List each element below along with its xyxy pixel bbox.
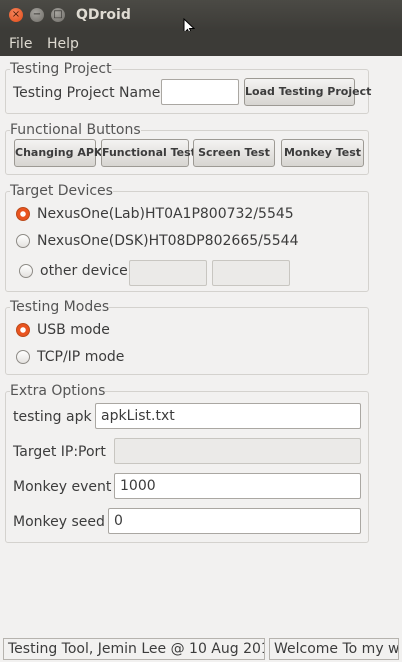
project-name-label: Testing Project Name — [13, 85, 161, 101]
testing-apk-input[interactable]: apkList.txt — [95, 403, 361, 429]
other-device-radio[interactable] — [19, 264, 33, 278]
window-minimize-button[interactable]: − — [30, 8, 44, 22]
testing-apk-label: testing apk — [13, 409, 92, 425]
window-maximize-button[interactable]: □ — [51, 8, 65, 22]
monkey-test-button[interactable]: Monkey Test — [281, 139, 364, 167]
changing-apk-button[interactable]: Changing APK — [14, 139, 102, 167]
project-name-input[interactable] — [161, 79, 239, 105]
menu-help[interactable]: Help — [47, 36, 79, 52]
other-device-label[interactable]: other device — [40, 263, 128, 279]
status-bar: Testing Tool, Jemin Lee @ 10 Aug 2013 We… — [0, 636, 402, 662]
minimize-icon: − — [32, 9, 42, 20]
functional-buttons-title: Functional Buttons — [10, 122, 141, 138]
other-device-port-input[interactable] — [212, 260, 290, 286]
target-devices-title: Target Devices — [10, 183, 113, 199]
monkey-event-label: Monkey event — [13, 479, 112, 495]
extra-options-title: Extra Options — [10, 383, 106, 399]
other-device-serial-input[interactable] — [129, 260, 207, 286]
monkey-seed-label: Monkey seed — [13, 514, 105, 530]
load-testing-project-button[interactable]: Load Testing Project — [244, 78, 371, 106]
menu-bar: File Help — [0, 31, 402, 56]
testing-modes-title: Testing Modes — [10, 299, 110, 315]
close-icon: × — [11, 9, 21, 20]
status-right: Welcome To my world — [269, 638, 399, 660]
functional-test-button[interactable]: Functional Test — [101, 139, 196, 167]
device2-radio[interactable] — [16, 234, 30, 248]
window-close-button[interactable]: × — [9, 8, 23, 22]
testing-project-title: Testing Project — [10, 61, 112, 77]
target-ip-label: Target IP:Port — [13, 444, 106, 460]
tcpip-mode-radio[interactable] — [16, 350, 30, 364]
window-titlebar[interactable]: × − □ QDroid — [0, 0, 402, 36]
usb-mode-radio[interactable] — [16, 323, 30, 337]
target-ip-input[interactable] — [114, 438, 361, 464]
monkey-seed-input[interactable]: 0 — [108, 508, 361, 534]
status-left: Testing Tool, Jemin Lee @ 10 Aug 2013 — [3, 638, 265, 660]
usb-mode-label[interactable]: USB mode — [37, 322, 110, 338]
device2-label[interactable]: NexusOne(DSK)HT08DP802665/5544 — [37, 233, 298, 249]
window-title: QDroid — [76, 7, 131, 23]
monkey-event-input[interactable]: 1000 — [114, 473, 361, 499]
maximize-icon: □ — [53, 9, 63, 20]
screen-test-button[interactable]: Screen Test — [193, 139, 275, 167]
device1-label[interactable]: NexusOne(Lab)HT0A1P800732/5545 — [37, 206, 294, 222]
menu-file[interactable]: File — [9, 36, 32, 52]
device1-radio[interactable] — [16, 207, 30, 221]
tcpip-mode-label[interactable]: TCP/IP mode — [37, 349, 124, 365]
